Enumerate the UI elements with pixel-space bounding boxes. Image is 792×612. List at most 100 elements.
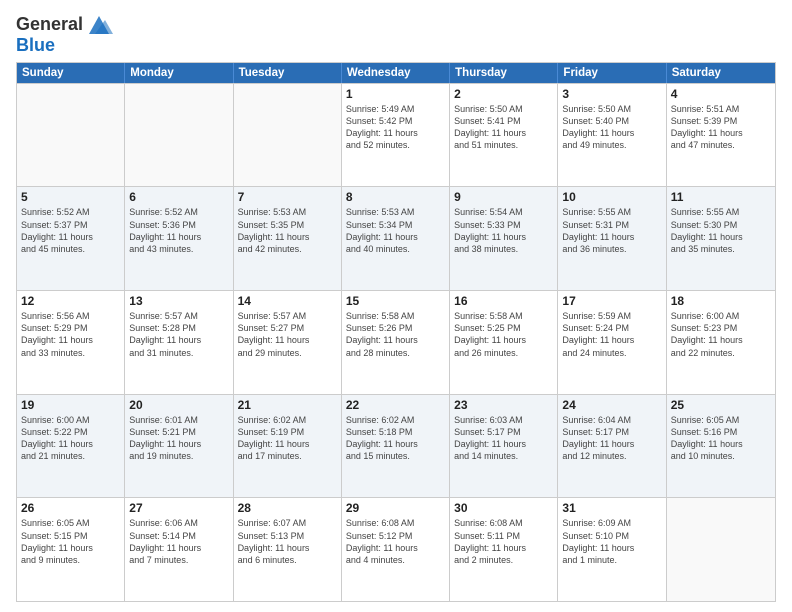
day-info: Sunrise: 5:50 AM Sunset: 5:41 PM Dayligh… [454, 103, 553, 152]
calendar-cell-day-2: 2 Sunrise: 5:50 AM Sunset: 5:41 PM Daylig… [450, 84, 558, 187]
day-number: 24 [562, 398, 661, 412]
day-info: Sunrise: 6:02 AM Sunset: 5:19 PM Dayligh… [238, 414, 337, 463]
day-number: 20 [129, 398, 228, 412]
day-number: 25 [671, 398, 771, 412]
calendar-row-4: 26Sunrise: 6:05 AM Sunset: 5:15 PM Dayli… [17, 497, 775, 601]
calendar-cell-day-9: 9 Sunrise: 5:54 AM Sunset: 5:33 PM Daylig… [450, 187, 558, 290]
day-info: Sunrise: 5:51 AM Sunset: 5:39 PM Dayligh… [671, 103, 771, 152]
calendar-cell-day-29: 29 Sunrise: 6:08 AM Sunset: 5:12 PM Dayli… [342, 498, 450, 601]
day-number: 4 [671, 87, 771, 101]
calendar-cell-day-3: 3Sunrise: 5:50 AM Sunset: 5:40 PM Daylig… [558, 84, 666, 187]
calendar-cell-day-21: 21 Sunrise: 6:02 AM Sunset: 5:19 PM Dayli… [234, 395, 342, 498]
day-info: Sunrise: 6:07 AM Sunset: 5:13 PM Dayligh… [238, 517, 337, 566]
calendar-cell-day-5: 5 Sunrise: 5:52 AM Sunset: 5:37 PM Daylig… [17, 187, 125, 290]
day-number: 30 [454, 501, 553, 515]
calendar-cell-day-23: 23 Sunrise: 6:03 AM Sunset: 5:17 PM Dayli… [450, 395, 558, 498]
calendar-cell-day-26: 26Sunrise: 6:05 AM Sunset: 5:15 PM Dayli… [17, 498, 125, 601]
calendar-header: SundayMondayTuesdayWednesdayThursdayFrid… [17, 63, 775, 83]
calendar-cell-day-27: 27Sunrise: 6:06 AM Sunset: 5:14 PM Dayli… [125, 498, 233, 601]
day-number: 11 [671, 190, 771, 204]
day-info: Sunrise: 6:03 AM Sunset: 5:17 PM Dayligh… [454, 414, 553, 463]
day-info: Sunrise: 5:58 AM Sunset: 5:25 PM Dayligh… [454, 310, 553, 359]
calendar-row-0: 1 Sunrise: 5:49 AM Sunset: 5:42 PM Daylig… [17, 83, 775, 187]
header: General Blue [16, 10, 776, 56]
calendar-body: 1 Sunrise: 5:49 AM Sunset: 5:42 PM Daylig… [17, 83, 775, 601]
calendar-cell-empty-4-6 [667, 498, 775, 601]
day-number: 9 [454, 190, 553, 204]
day-info: Sunrise: 5:59 AM Sunset: 5:24 PM Dayligh… [562, 310, 661, 359]
calendar-cell-day-16: 16 Sunrise: 5:58 AM Sunset: 5:25 PM Dayli… [450, 291, 558, 394]
calendar-row-3: 19Sunrise: 6:00 AM Sunset: 5:22 PM Dayli… [17, 394, 775, 498]
day-number: 27 [129, 501, 228, 515]
calendar-cell-day-11: 11Sunrise: 5:55 AM Sunset: 5:30 PM Dayli… [667, 187, 775, 290]
calendar-cell-day-1: 1 Sunrise: 5:49 AM Sunset: 5:42 PM Daylig… [342, 84, 450, 187]
calendar-cell-day-22: 22Sunrise: 6:02 AM Sunset: 5:18 PM Dayli… [342, 395, 450, 498]
day-number: 17 [562, 294, 661, 308]
calendar-cell-empty-0-2 [234, 84, 342, 187]
day-info: Sunrise: 6:00 AM Sunset: 5:22 PM Dayligh… [21, 414, 120, 463]
calendar-row-1: 5 Sunrise: 5:52 AM Sunset: 5:37 PM Daylig… [17, 186, 775, 290]
day-info: Sunrise: 6:01 AM Sunset: 5:21 PM Dayligh… [129, 414, 228, 463]
day-info: Sunrise: 5:56 AM Sunset: 5:29 PM Dayligh… [21, 310, 120, 359]
logo-icon [85, 14, 113, 36]
day-number: 6 [129, 190, 228, 204]
header-day-wednesday: Wednesday [342, 63, 450, 83]
day-info: Sunrise: 5:52 AM Sunset: 5:37 PM Dayligh… [21, 206, 120, 255]
calendar-cell-day-28: 28 Sunrise: 6:07 AM Sunset: 5:13 PM Dayli… [234, 498, 342, 601]
day-info: Sunrise: 6:05 AM Sunset: 5:15 PM Dayligh… [21, 517, 120, 566]
calendar-cell-empty-0-0 [17, 84, 125, 187]
header-day-saturday: Saturday [667, 63, 775, 83]
day-number: 28 [238, 501, 337, 515]
calendar-cell-day-7: 7Sunrise: 5:53 AM Sunset: 5:35 PM Daylig… [234, 187, 342, 290]
calendar-cell-day-19: 19Sunrise: 6:00 AM Sunset: 5:22 PM Dayli… [17, 395, 125, 498]
day-info: Sunrise: 6:04 AM Sunset: 5:17 PM Dayligh… [562, 414, 661, 463]
day-number: 16 [454, 294, 553, 308]
day-number: 2 [454, 87, 553, 101]
header-day-thursday: Thursday [450, 63, 558, 83]
day-info: Sunrise: 5:50 AM Sunset: 5:40 PM Dayligh… [562, 103, 661, 152]
day-info: Sunrise: 5:57 AM Sunset: 5:27 PM Dayligh… [238, 310, 337, 359]
day-info: Sunrise: 6:09 AM Sunset: 5:10 PM Dayligh… [562, 517, 661, 566]
calendar-cell-day-4: 4 Sunrise: 5:51 AM Sunset: 5:39 PM Daylig… [667, 84, 775, 187]
day-info: Sunrise: 5:49 AM Sunset: 5:42 PM Dayligh… [346, 103, 445, 152]
calendar-row-2: 12 Sunrise: 5:56 AM Sunset: 5:29 PM Dayli… [17, 290, 775, 394]
day-number: 23 [454, 398, 553, 412]
calendar-cell-day-17: 17 Sunrise: 5:59 AM Sunset: 5:24 PM Dayli… [558, 291, 666, 394]
logo-text-general: General [16, 15, 83, 35]
calendar-cell-day-20: 20 Sunrise: 6:01 AM Sunset: 5:21 PM Dayli… [125, 395, 233, 498]
day-number: 12 [21, 294, 120, 308]
header-day-monday: Monday [125, 63, 233, 83]
day-info: Sunrise: 6:02 AM Sunset: 5:18 PM Dayligh… [346, 414, 445, 463]
day-info: Sunrise: 5:57 AM Sunset: 5:28 PM Dayligh… [129, 310, 228, 359]
day-info: Sunrise: 5:58 AM Sunset: 5:26 PM Dayligh… [346, 310, 445, 359]
header-day-tuesday: Tuesday [234, 63, 342, 83]
calendar-cell-day-31: 31 Sunrise: 6:09 AM Sunset: 5:10 PM Dayli… [558, 498, 666, 601]
calendar: SundayMondayTuesdayWednesdayThursdayFrid… [16, 62, 776, 602]
day-info: Sunrise: 6:08 AM Sunset: 5:12 PM Dayligh… [346, 517, 445, 566]
calendar-cell-day-15: 15 Sunrise: 5:58 AM Sunset: 5:26 PM Dayli… [342, 291, 450, 394]
calendar-cell-day-25: 25 Sunrise: 6:05 AM Sunset: 5:16 PM Dayli… [667, 395, 775, 498]
day-info: Sunrise: 5:52 AM Sunset: 5:36 PM Dayligh… [129, 206, 228, 255]
calendar-cell-day-10: 10Sunrise: 5:55 AM Sunset: 5:31 PM Dayli… [558, 187, 666, 290]
day-number: 15 [346, 294, 445, 308]
logo: General Blue [16, 14, 113, 56]
calendar-cell-day-14: 14Sunrise: 5:57 AM Sunset: 5:27 PM Dayli… [234, 291, 342, 394]
calendar-cell-day-8: 8Sunrise: 5:53 AM Sunset: 5:34 PM Daylig… [342, 187, 450, 290]
calendar-cell-day-12: 12 Sunrise: 5:56 AM Sunset: 5:29 PM Dayli… [17, 291, 125, 394]
day-number: 1 [346, 87, 445, 101]
header-day-sunday: Sunday [17, 63, 125, 83]
day-number: 18 [671, 294, 771, 308]
day-number: 29 [346, 501, 445, 515]
day-number: 7 [238, 190, 337, 204]
day-number: 21 [238, 398, 337, 412]
page: General Blue SundayMondayTuesdayWednesda… [0, 0, 792, 612]
day-info: Sunrise: 5:54 AM Sunset: 5:33 PM Dayligh… [454, 206, 553, 255]
calendar-cell-empty-0-1 [125, 84, 233, 187]
day-info: Sunrise: 6:05 AM Sunset: 5:16 PM Dayligh… [671, 414, 771, 463]
day-number: 10 [562, 190, 661, 204]
calendar-cell-day-18: 18 Sunrise: 6:00 AM Sunset: 5:23 PM Dayli… [667, 291, 775, 394]
day-number: 31 [562, 501, 661, 515]
day-info: Sunrise: 6:00 AM Sunset: 5:23 PM Dayligh… [671, 310, 771, 359]
day-number: 5 [21, 190, 120, 204]
calendar-cell-day-6: 6 Sunrise: 5:52 AM Sunset: 5:36 PM Daylig… [125, 187, 233, 290]
